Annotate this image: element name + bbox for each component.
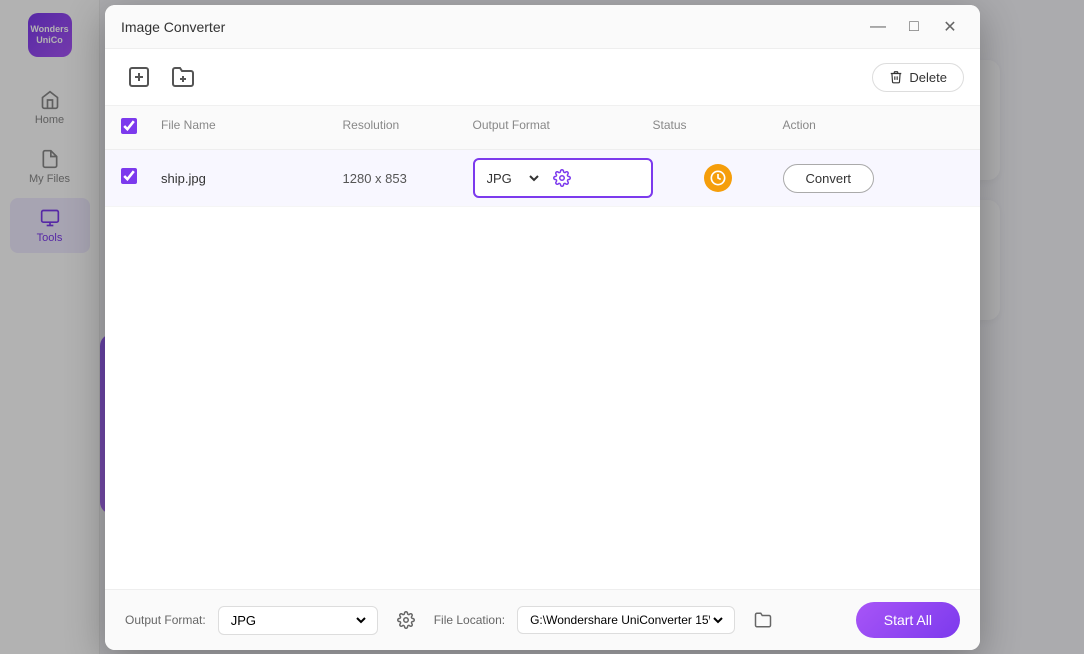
filename-header: File Name	[161, 114, 343, 141]
table-row: ship.jpg 1280 x 853 JPG PNG BMP TIFF GIF…	[105, 150, 980, 207]
row-format-cell: JPG PNG BMP TIFF GIF WEBP	[473, 158, 653, 198]
format-selector-container: JPG PNG BMP TIFF GIF WEBP	[473, 158, 653, 198]
row-resolution: 1280 x 853	[343, 171, 473, 186]
output-format-settings-button[interactable]	[390, 604, 422, 636]
row-checkbox[interactable]	[121, 168, 137, 184]
add-folder-button[interactable]	[165, 59, 201, 95]
window-controls: — □ ✕	[864, 13, 964, 41]
settings-icon	[553, 169, 571, 187]
browse-folder-button[interactable]	[747, 604, 779, 636]
folder-icon	[754, 611, 772, 629]
output-format-dropdown: JPG PNG BMP TIFF GIF WEBP	[218, 606, 378, 635]
add-folder-icon	[171, 65, 195, 89]
bottom-settings-icon	[397, 611, 415, 629]
select-all-checkbox[interactable]	[121, 118, 137, 134]
modal-title: Image Converter	[121, 19, 864, 35]
file-location-label: File Location:	[434, 613, 505, 627]
image-converter-modal: Image Converter — □ ✕	[105, 5, 980, 650]
output-format-header: Output Format	[473, 114, 653, 141]
minimize-button[interactable]: —	[864, 13, 892, 41]
resolution-header: Resolution	[343, 114, 473, 141]
table-header: File Name Resolution Output Format Statu…	[105, 106, 980, 150]
modal-toolbar: Delete	[105, 49, 980, 106]
table-body: ship.jpg 1280 x 853 JPG PNG BMP TIFF GIF…	[105, 150, 980, 589]
row-checkbox-cell	[121, 168, 161, 189]
row-status-cell	[653, 164, 783, 192]
row-format-settings-button[interactable]	[548, 164, 576, 192]
add-file-icon	[127, 65, 151, 89]
action-header: Action	[783, 114, 965, 141]
delete-icon	[889, 70, 903, 84]
row-action-cell: Convert	[783, 164, 965, 193]
modal-bottom-bar: Output Format: JPG PNG BMP TIFF GIF WEBP…	[105, 589, 980, 650]
start-all-button[interactable]: Start All	[856, 602, 960, 638]
output-format-label: Output Format:	[125, 613, 206, 627]
row-filename: ship.jpg	[161, 171, 343, 186]
delete-button[interactable]: Delete	[872, 63, 964, 92]
close-button[interactable]: ✕	[936, 13, 964, 41]
status-header: Status	[653, 114, 783, 141]
row-format-select[interactable]: JPG PNG BMP TIFF GIF WEBP	[483, 170, 542, 187]
delete-label: Delete	[909, 70, 947, 85]
maximize-button[interactable]: □	[900, 13, 928, 41]
output-format-select[interactable]: JPG PNG BMP TIFF GIF WEBP	[227, 612, 369, 629]
add-file-button[interactable]	[121, 59, 157, 95]
status-pending-icon	[704, 164, 732, 192]
clock-icon	[710, 170, 726, 186]
checkbox-header	[121, 114, 161, 141]
file-location-select[interactable]: G:\Wondershare UniConverter 15\Im Custom…	[526, 612, 726, 628]
modal-titlebar: Image Converter — □ ✕	[105, 5, 980, 49]
convert-button[interactable]: Convert	[783, 164, 875, 193]
file-location-dropdown: G:\Wondershare UniConverter 15\Im Custom…	[517, 606, 735, 634]
